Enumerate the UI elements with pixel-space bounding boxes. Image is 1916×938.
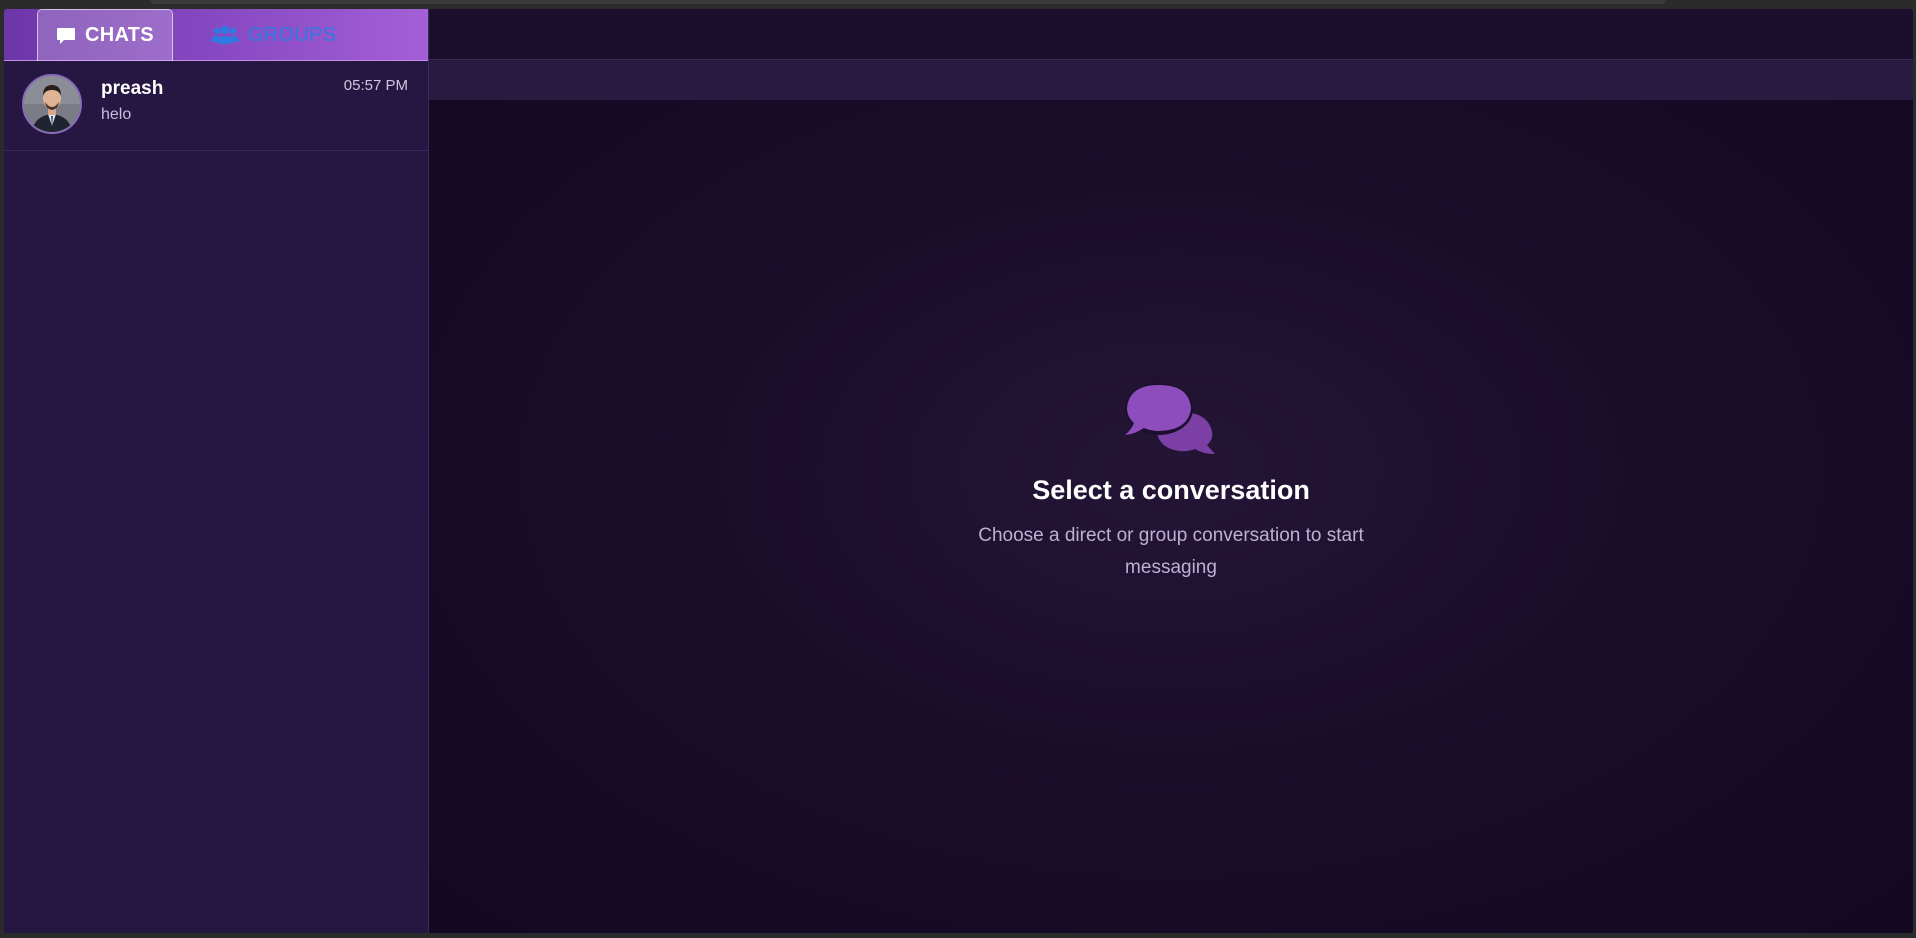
chat-time: 05:57 PM xyxy=(343,77,408,94)
tab-chats[interactable]: CHATS xyxy=(37,9,173,61)
tab-groups-label: GROUPS xyxy=(247,23,337,46)
window-top-edge xyxy=(150,0,1666,4)
conversation-subheader xyxy=(429,60,1913,100)
chat-app: CHATS GROUPS preash helo 05:57 PM Select… xyxy=(4,9,1913,933)
sidebar-tabs: CHATS GROUPS xyxy=(4,9,428,61)
chat-preview: helo xyxy=(101,106,132,123)
comment-icon xyxy=(56,26,76,46)
empty-state-title: Select a conversation xyxy=(1032,474,1310,505)
conversation-header xyxy=(429,9,1913,60)
chat-text: preash helo xyxy=(101,77,163,126)
empty-state: Select a conversation Choose a direct or… xyxy=(429,100,1913,933)
chat-name: preash xyxy=(101,78,164,99)
conversation-panel: Select a conversation Choose a direct or… xyxy=(429,9,1913,933)
sidebar: CHATS GROUPS preash helo 05:57 PM xyxy=(4,9,429,933)
chat-list-empty-area xyxy=(4,151,428,933)
chat-list-item[interactable]: preash helo 05:57 PM xyxy=(4,61,428,151)
users-icon xyxy=(210,25,239,45)
tab-groups[interactable]: GROUPS xyxy=(181,9,366,61)
avatar xyxy=(22,74,82,134)
tab-chats-label: CHATS xyxy=(85,24,154,46)
comments-icon xyxy=(1123,382,1219,461)
empty-state-subtitle: Choose a direct or group conversation to… xyxy=(978,524,1364,578)
